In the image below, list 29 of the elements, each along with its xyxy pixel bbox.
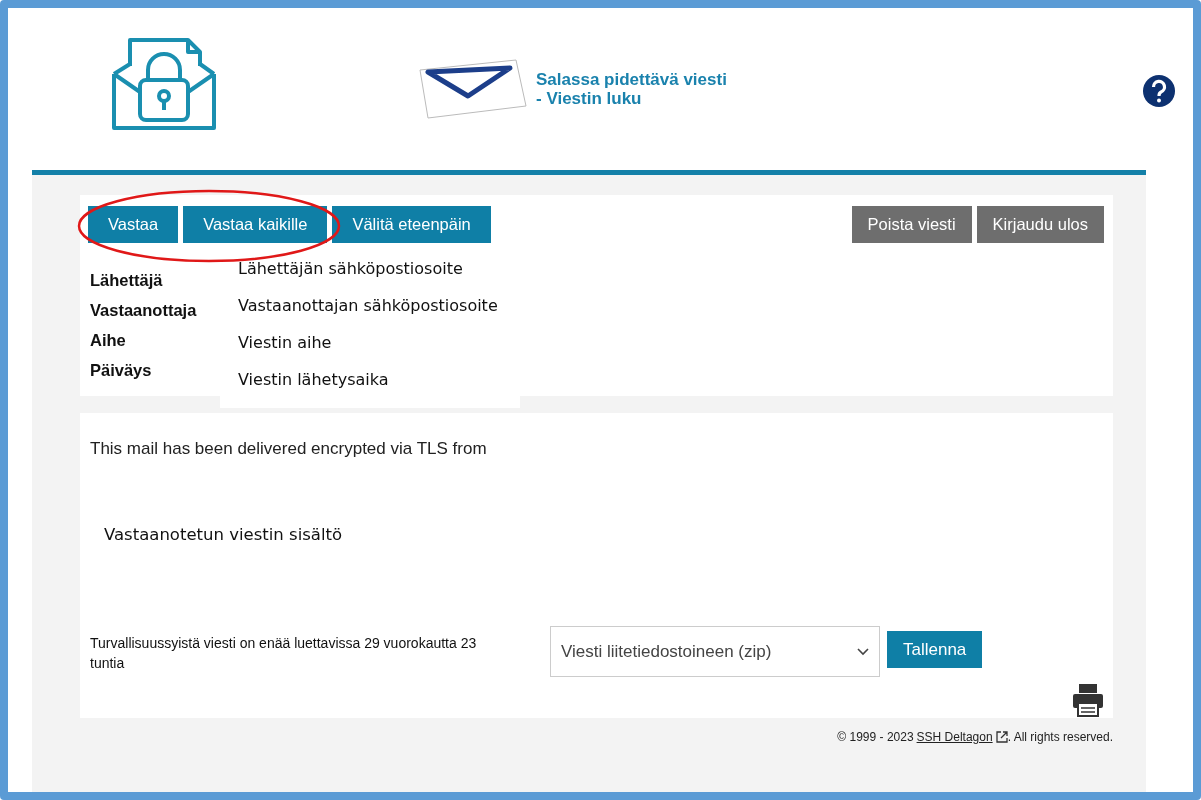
tls-notice: This mail has been delivered encrypted via TLS from bbox=[90, 439, 488, 459]
field-value: Lähettäjän sähköpostiosoite bbox=[238, 259, 464, 278]
help-icon[interactable] bbox=[1142, 74, 1176, 108]
field-label: Aihe bbox=[90, 331, 126, 350]
external-link-icon bbox=[995, 731, 1008, 743]
field-label: Päiväys bbox=[90, 361, 152, 380]
lock-envelope-icon bbox=[110, 36, 218, 132]
toolbar-button[interactable]: Vastaa bbox=[88, 206, 179, 243]
chevron-down-icon bbox=[857, 647, 869, 656]
toolbar-button[interactable]: Kirjaudu ulos bbox=[976, 206, 1104, 243]
copyright-text: © 1999 - 2023 bbox=[837, 730, 914, 744]
message-body: Vastaanotetun viestin sisältö bbox=[104, 525, 344, 544]
save-button[interactable]: Tallenna bbox=[887, 631, 983, 668]
field-value: Viestin lähetysaika bbox=[238, 370, 390, 389]
rights-text: . All rights reserved. bbox=[1007, 730, 1113, 744]
toolbar-button[interactable]: Vastaa kaikille bbox=[183, 206, 328, 243]
format-select[interactable]: Viesti liitetiedostoineen (zip) bbox=[550, 626, 880, 677]
envelope-icon bbox=[418, 58, 528, 120]
toolbar-button[interactable]: Poista viesti bbox=[851, 206, 972, 243]
field-label: Vastaanottaja bbox=[90, 301, 197, 320]
page-title: Salassa pidettävä viesti bbox=[536, 70, 727, 89]
company-link[interactable]: SSH Deltagon bbox=[916, 730, 993, 744]
toolbar-button[interactable]: Välitä eteenpäin bbox=[332, 206, 491, 243]
field-value: Viestin aihe bbox=[238, 333, 333, 352]
field-value: Vastaanottajan sähköpostiosoite bbox=[238, 296, 499, 315]
printer-icon[interactable] bbox=[1072, 683, 1104, 717]
page-title: - Viestin luku bbox=[536, 89, 643, 108]
field-label: Lähettäjä bbox=[90, 271, 163, 290]
retention-notice: Turvallisuussyistä viesti on enää luettavissa 29 vuorokautta 23 tuntia bbox=[90, 634, 478, 673]
